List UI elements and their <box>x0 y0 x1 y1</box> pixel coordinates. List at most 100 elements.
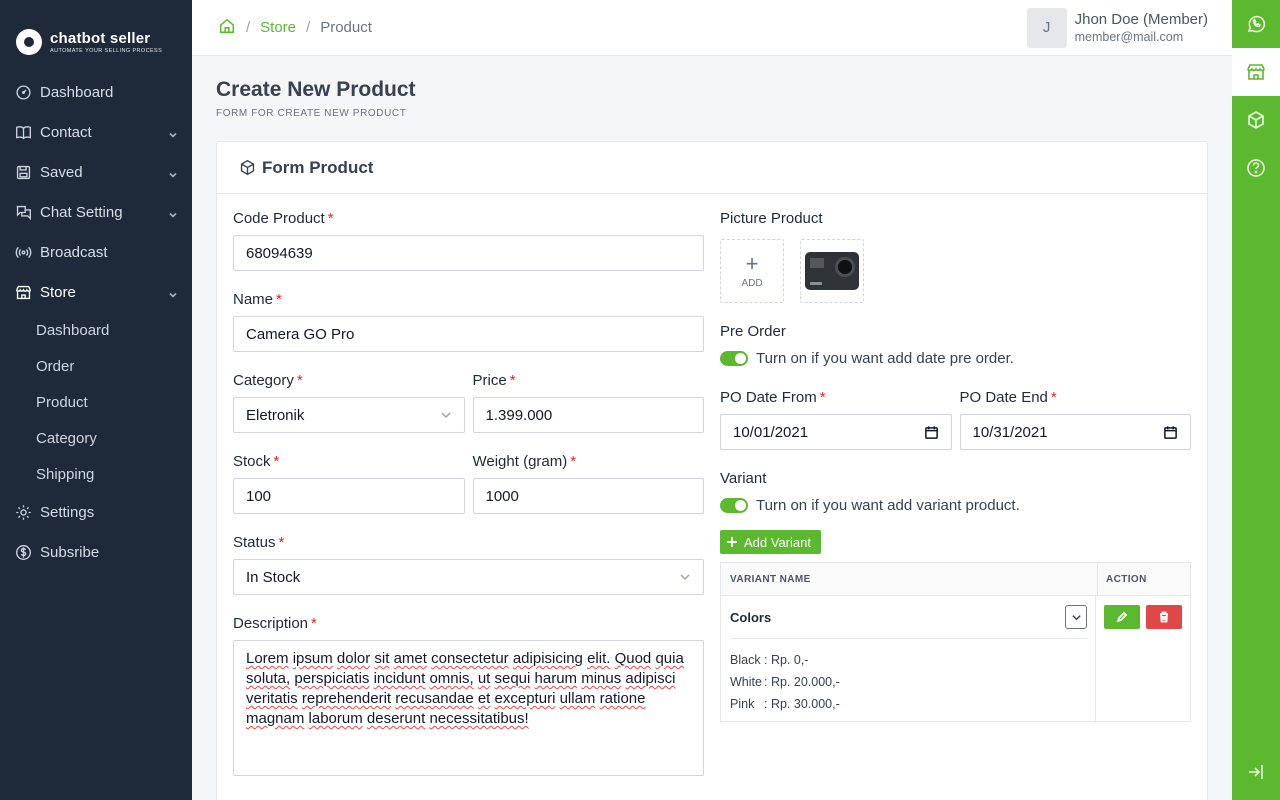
status-label: Status * <box>233 534 285 551</box>
plus-icon <box>727 537 737 547</box>
breadcrumb-separator: / <box>306 19 311 36</box>
chevron-down-icon <box>168 287 178 298</box>
rail-whatsapp-button[interactable] <box>1232 0 1280 48</box>
sidebar-item-subscribe[interactable]: Subsribe <box>0 532 192 572</box>
help-icon <box>1247 159 1265 177</box>
breadcrumb-separator: / <box>246 19 251 36</box>
po-date-end-input[interactable]: 10/31/2021 <box>959 414 1191 450</box>
variant-hint: Turn on if you want add variant product. <box>756 497 1020 514</box>
name-label: Name * <box>233 291 282 308</box>
chevron-down-icon <box>168 207 178 218</box>
weight-input[interactable]: 1000 <box>472 478 704 514</box>
gear-icon <box>14 503 32 521</box>
picture-thumbnail[interactable] <box>800 239 864 303</box>
variant-expand-button[interactable] <box>1065 605 1087 629</box>
user-name: Jhon Doe (Member) <box>1074 11 1208 28</box>
sidebar-item-label: Contact <box>40 123 92 141</box>
list-item: Pink: Rp. 30.000,- <box>730 697 840 711</box>
variant-row: Turn on if you want add variant product. <box>720 497 1191 514</box>
plus-icon: + <box>745 250 759 276</box>
save-icon <box>14 163 32 181</box>
sidebar-item-saved[interactable]: Saved <box>0 152 192 192</box>
status-value: In Stock <box>246 568 301 586</box>
variant-table-header: VARIANT NAME ACTION <box>721 563 1190 596</box>
picture-uploads: + ADD <box>720 239 1191 303</box>
home-icon[interactable] <box>218 17 236 39</box>
sidebar-subitem-category[interactable]: Category <box>0 420 192 456</box>
user-menu[interactable]: J Jhon Doe (Member) member@mail.com <box>1026 7 1232 48</box>
calendar-icon[interactable] <box>924 425 939 440</box>
delete-variant-button[interactable] <box>1146 605 1182 629</box>
weight-label: Weight (gram) * <box>472 453 577 470</box>
top-header: / Store / Product J Jhon Doe (Member) me… <box>192 0 1232 56</box>
sidebar-item-label: Dashboard <box>40 83 114 101</box>
whatsapp-icon <box>1247 15 1266 33</box>
right-rail <box>1232 0 1280 800</box>
rail-store-button[interactable] <box>1232 48 1280 96</box>
stock-input[interactable]: 100 <box>233 478 465 514</box>
form-right-column: Picture Product + ADD Pre Order Turn on … <box>720 210 1191 722</box>
sidebar-item-broadcast[interactable]: Broadcast <box>0 232 192 272</box>
sidebar-subitem-dashboard[interactable]: Dashboard <box>0 312 192 348</box>
sidebar-item-chat-setting[interactable]: Chat Setting <box>0 192 192 232</box>
rail-collapse-button[interactable] <box>1232 748 1280 796</box>
variant-options: Black: Rp. 0,- White: Rp. 20.000,- Pink:… <box>730 649 1087 715</box>
dollar-icon <box>14 543 32 561</box>
sidebar-subitem-shipping[interactable]: Shipping <box>0 456 192 492</box>
status-select[interactable]: In Stock <box>233 559 704 595</box>
card-header: Form Product <box>217 142 1207 194</box>
chevron-down-icon <box>440 412 451 419</box>
edit-variant-button[interactable] <box>1104 605 1140 629</box>
preorder-label: Pre Order <box>720 323 786 340</box>
add-picture-button[interactable]: + ADD <box>720 239 784 303</box>
book-icon <box>14 123 32 141</box>
add-variant-button[interactable]: Add Variant <box>720 530 821 554</box>
po-date-end-value: 10/31/2021 <box>972 423 1048 441</box>
sidebar-subitem-product[interactable]: Product <box>0 384 192 420</box>
sidebar-item-store[interactable]: Store <box>0 272 192 312</box>
add-picture-label: ADD <box>741 277 763 289</box>
code-label: Code Product * <box>233 210 334 227</box>
preorder-toggle[interactable] <box>720 351 748 366</box>
brand-tagline: AUTOMATE YOUR SELLING PROCESS <box>50 48 163 54</box>
preorder-row: Turn on if you want add date pre order. <box>720 350 1191 367</box>
sidebar-item-contact[interactable]: Contact <box>0 112 192 152</box>
table-row: Colors Black: Rp. 0,- White: Rp. 20.000,… <box>721 596 1190 721</box>
breadcrumb: / Store / Product <box>192 17 1027 39</box>
camera-image <box>805 252 859 290</box>
logo-icon <box>16 29 42 55</box>
sidebar-item-label: Broadcast <box>40 243 108 261</box>
name-input[interactable]: Camera GO Pro <box>233 316 704 352</box>
stock-label: Stock * <box>233 453 280 470</box>
store-icon <box>14 283 32 301</box>
description-textarea[interactable]: Lorem ipsum dolor sit amet consectetur a… <box>233 640 704 776</box>
broadcast-icon <box>14 243 32 261</box>
price-input[interactable]: 1.399.000 <box>472 397 704 433</box>
po-date-from-label: PO Date From * <box>720 389 826 406</box>
list-item: White: Rp. 20.000,- <box>730 675 840 689</box>
sidebar-item-dashboard[interactable]: Dashboard <box>0 72 192 112</box>
chevron-down-icon <box>1071 614 1081 620</box>
breadcrumb-store[interactable]: Store <box>260 19 296 36</box>
form-left-column: Code Product * 68094639 Name * Camera GO P… <box>233 210 704 796</box>
po-date-from-value: 10/01/2021 <box>733 423 809 441</box>
category-select[interactable]: Eletronik <box>233 397 465 433</box>
brand-logo[interactable]: chatbot seller AUTOMATE YOUR SELLING PRO… <box>0 0 192 64</box>
variant-label: Variant <box>720 470 767 487</box>
rail-help-button[interactable] <box>1232 144 1280 192</box>
page-subtitle: FORM FOR CREATE NEW PRODUCT <box>216 108 407 119</box>
sidebar-subitem-order[interactable]: Order <box>0 348 192 384</box>
chevron-down-icon <box>168 167 178 178</box>
column-header-variant-name: VARIANT NAME <box>721 563 1098 595</box>
sidebar-nav: Dashboard Contact Saved Chat Setting Bro… <box>0 72 192 572</box>
code-product-input[interactable]: 68094639 <box>233 235 704 271</box>
category-label: Category * <box>233 372 303 389</box>
calendar-icon[interactable] <box>1163 425 1178 440</box>
card-title: Form Product <box>262 157 374 177</box>
chat-icon <box>14 203 32 221</box>
variant-toggle[interactable] <box>720 498 748 513</box>
sidebar-item-settings[interactable]: Settings <box>0 492 192 532</box>
po-date-from-input[interactable]: 10/01/2021 <box>720 414 952 450</box>
trash-icon <box>1160 611 1168 623</box>
rail-product-button[interactable] <box>1232 96 1280 144</box>
